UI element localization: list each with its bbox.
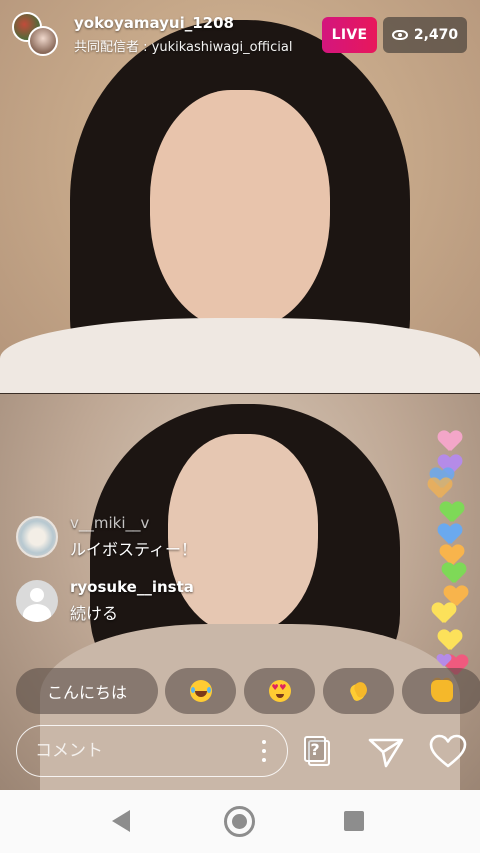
comment-text: 続ける [70, 604, 119, 623]
laughing-tears-emoji-icon [189, 680, 212, 702]
heart-reaction-icon [438, 630, 462, 652]
viewer-count: 2,470 [413, 27, 459, 43]
host-shirt [0, 318, 480, 394]
paper-plane-icon [368, 738, 404, 768]
more-options-icon[interactable] [261, 740, 267, 762]
comment-composer[interactable] [16, 725, 288, 777]
comment-username[interactable]: ryosuke__insta [70, 578, 194, 596]
comment-item[interactable]: v__miki__v ルイボスティー！ [16, 512, 356, 562]
comment-item[interactable]: ryosuke__insta 続ける [16, 576, 356, 626]
host-face [150, 90, 330, 330]
home-circle-icon[interactable] [224, 806, 255, 837]
cohost-avatar[interactable] [28, 26, 58, 56]
viewer-count-badge[interactable]: 2,470 [383, 17, 467, 53]
quick-reply-clap[interactable] [323, 668, 394, 714]
quick-reply-thumbs-up[interactable] [402, 668, 480, 714]
question-sticker-icon: ? [304, 736, 326, 762]
back-triangle-icon[interactable] [112, 810, 130, 832]
heart-reaction-icon [428, 478, 452, 500]
quick-reply-heart-eyes[interactable] [244, 668, 315, 714]
heart-outline-icon [429, 734, 467, 768]
heart-reaction-icon [432, 603, 456, 625]
host-avatars[interactable] [12, 12, 60, 60]
heart-reaction-icon [438, 524, 462, 546]
host-username[interactable]: yokoyamayui_1208 [74, 14, 234, 32]
commenter-avatar[interactable] [16, 516, 58, 558]
cohost-label[interactable]: 共同配信者 : yukikashiwagi_official [74, 36, 292, 55]
heart-eyes-emoji-icon [268, 680, 291, 702]
like-button[interactable] [428, 732, 468, 772]
live-badge: LIVE [322, 17, 377, 53]
clapping-hands-emoji-icon [348, 680, 370, 702]
system-nav-bar [0, 790, 480, 853]
quick-reply-laugh[interactable] [165, 668, 236, 714]
quick-reply-hello[interactable]: こんにちは [16, 668, 158, 714]
heart-reaction-icon [440, 502, 464, 524]
default-avatar-icon[interactable] [16, 580, 58, 622]
question-sticker-button[interactable]: ? [300, 732, 340, 772]
thumbs-up-emoji-icon [431, 680, 453, 702]
comment-text: ルイボスティー！ [70, 540, 198, 559]
comment-input[interactable] [35, 726, 245, 775]
quick-reactions: こんにちは [16, 668, 480, 714]
heart-reaction-icon [438, 431, 462, 453]
recent-apps-square-icon[interactable] [344, 811, 364, 831]
comment-username[interactable]: v__miki__v [70, 514, 149, 532]
live-header: yokoyamayui_1208 共同配信者 : yukikashiwagi_o… [0, 0, 480, 64]
heart-reaction-icon [437, 654, 451, 667]
heart-reaction-icon [442, 563, 466, 585]
send-button[interactable] [366, 732, 406, 772]
eye-icon [391, 30, 408, 40]
